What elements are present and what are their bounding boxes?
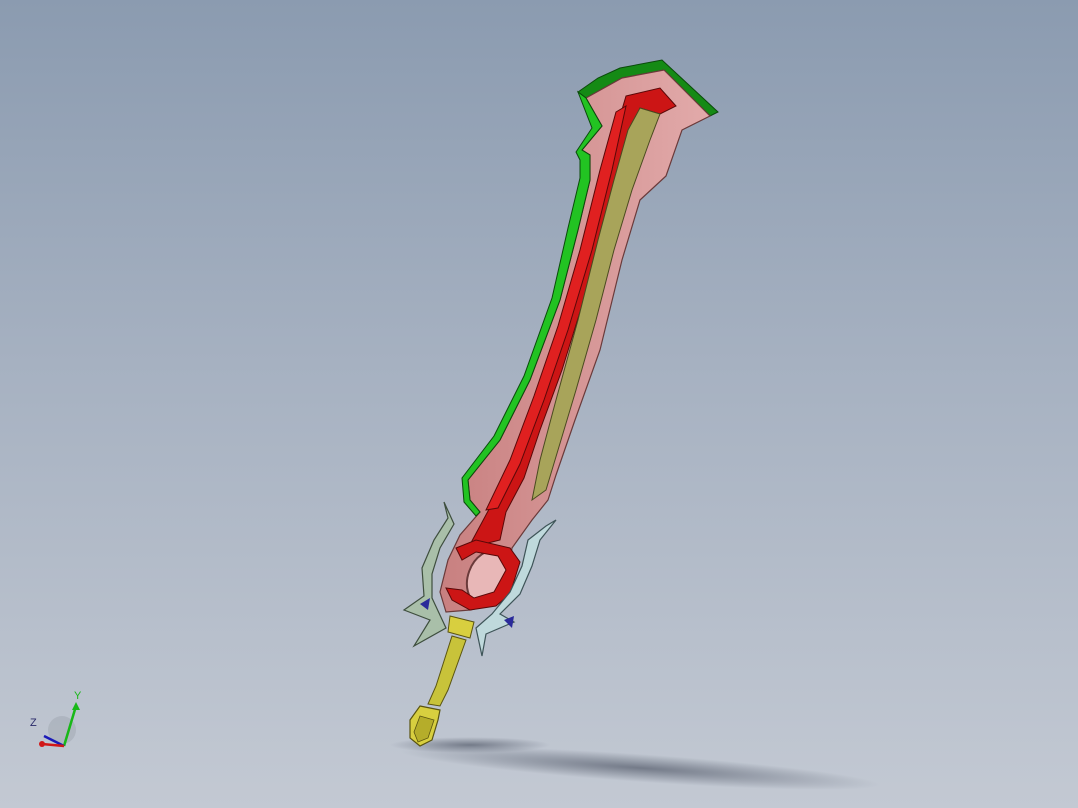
- sword-model[interactable]: [0, 0, 1078, 808]
- triad-y-label: Y: [74, 690, 82, 702]
- triad-y-arrow: [72, 702, 80, 710]
- grip[interactable]: [409, 615, 475, 747]
- grip-shaft: [427, 635, 467, 707]
- graphics-viewport[interactable]: Y Z: [0, 0, 1078, 808]
- triad-x-cap: [39, 741, 45, 747]
- orientation-triad: Y Z: [30, 690, 82, 748]
- floor-shadow: [390, 737, 880, 790]
- blade[interactable]: [439, 59, 719, 613]
- grip-collar: [447, 615, 475, 639]
- triad-z-label: Z: [30, 717, 37, 729]
